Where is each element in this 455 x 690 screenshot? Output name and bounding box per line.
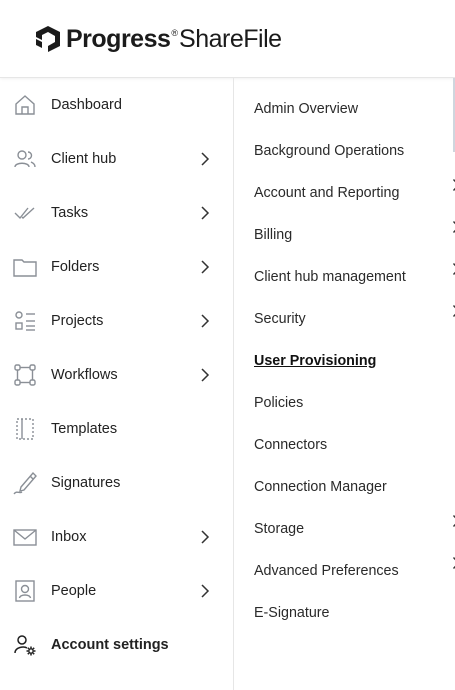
chevron-right-icon	[198, 258, 212, 276]
nav-item-people[interactable]: People	[0, 564, 233, 618]
chevron-right-icon	[450, 176, 455, 194]
chevron-right-icon	[450, 554, 455, 572]
projects-icon	[12, 308, 38, 334]
workflow-icon	[12, 362, 38, 388]
chevron-right-icon	[198, 150, 212, 168]
nav-item-signatures[interactable]: Signatures	[0, 456, 233, 510]
brand-logo[interactable]: Progress ® ShareFile	[34, 22, 282, 56]
nav-label: Workflows	[51, 367, 118, 383]
submenu-item-security[interactable]: Security	[254, 302, 455, 334]
chevron-right-icon	[198, 582, 212, 600]
nav-label: Dashboard	[51, 97, 122, 113]
signature-pen-icon	[12, 470, 38, 496]
submenu-item-background-operations[interactable]: Background Operations	[254, 136, 454, 166]
account-settings-submenu: Admin Overview Background Operations Acc…	[234, 78, 455, 690]
submenu-label: Admin Overview	[254, 101, 359, 117]
submenu-item-storage[interactable]: Storage	[254, 512, 455, 544]
submenu-label: E-Signature	[254, 605, 330, 621]
mail-icon	[12, 524, 38, 550]
submenu-label: Policies	[254, 395, 304, 411]
submenu-label: Account and Reporting	[254, 185, 400, 201]
nav-label: People	[51, 583, 97, 599]
chevron-right-icon	[450, 302, 455, 320]
tasks-check-icon	[12, 200, 38, 226]
chevron-right-icon	[450, 260, 455, 278]
nav-label: Templates	[51, 421, 118, 437]
submenu-label: Connection Manager	[254, 479, 387, 495]
submenu-item-admin-overview[interactable]: Admin Overview	[254, 94, 454, 124]
nav-item-templates[interactable]: Templates	[0, 402, 233, 456]
submenu-item-account-and-reporting[interactable]: Account and Reporting	[254, 176, 455, 208]
nav-label: Account settings	[51, 637, 169, 653]
template-icon	[12, 416, 38, 442]
submenu-item-connection-manager[interactable]: Connection Manager	[254, 472, 454, 502]
users-icon	[12, 146, 38, 172]
chevron-right-icon	[198, 312, 212, 330]
submenu-item-user-provisioning[interactable]: User Provisioning	[254, 346, 454, 376]
chevron-right-icon	[198, 528, 212, 546]
account-settings-icon	[12, 632, 38, 658]
submenu-item-billing[interactable]: Billing	[254, 218, 455, 250]
submenu-label: Advanced Preferences	[254, 563, 399, 579]
nav-item-tasks[interactable]: Tasks	[0, 186, 233, 240]
home-icon	[12, 92, 38, 118]
brand-trademark: ®	[171, 27, 179, 38]
brand-name-progress: Progress	[66, 24, 171, 53]
nav-item-dashboard[interactable]: Dashboard	[0, 78, 233, 132]
submenu-item-advanced-preferences[interactable]: Advanced Preferences	[254, 554, 455, 586]
nav-item-workflows[interactable]: Workflows	[0, 348, 233, 402]
submenu-item-client-hub-management[interactable]: Client hub management	[254, 260, 455, 292]
chevron-right-icon	[450, 512, 455, 530]
nav-item-folders[interactable]: Folders	[0, 240, 233, 294]
submenu-label: Storage	[254, 521, 305, 537]
app-header: Progress ® ShareFile	[0, 0, 455, 78]
progress-logo-icon	[36, 26, 60, 52]
nav-label: Inbox	[51, 529, 87, 545]
submenu-label-active: User Provisioning	[254, 353, 377, 369]
chevron-right-icon	[198, 204, 212, 222]
submenu-item-policies[interactable]: Policies	[254, 388, 454, 418]
submenu-label: Background Operations	[254, 143, 405, 159]
person-card-icon	[12, 578, 38, 604]
nav-label: Folders	[51, 259, 100, 275]
nav-label: Signatures	[51, 475, 121, 491]
submenu-label: Security	[254, 311, 306, 327]
main-nav: Dashboard Client hub Tasks Folders Proje…	[0, 78, 234, 690]
submenu-label: Client hub management	[254, 269, 406, 285]
submenu-item-e-signature[interactable]: E-Signature	[254, 598, 454, 628]
submenu-label: Connectors	[254, 437, 328, 453]
folder-icon	[12, 254, 38, 280]
nav-item-client-hub[interactable]: Client hub	[0, 132, 233, 186]
nav-item-projects[interactable]: Projects	[0, 294, 233, 348]
submenu-item-connectors[interactable]: Connectors	[254, 430, 454, 460]
submenu-label: Billing	[254, 227, 293, 243]
brand-name-sharefile: ShareFile	[179, 24, 282, 53]
nav-label: Client hub	[51, 151, 117, 167]
nav-label: Projects	[51, 313, 104, 329]
nav-label: Tasks	[51, 205, 89, 221]
chevron-right-icon	[450, 218, 455, 236]
chevron-right-icon	[198, 366, 212, 384]
nav-item-account-settings[interactable]: Account settings	[0, 618, 233, 672]
nav-item-inbox[interactable]: Inbox	[0, 510, 233, 564]
